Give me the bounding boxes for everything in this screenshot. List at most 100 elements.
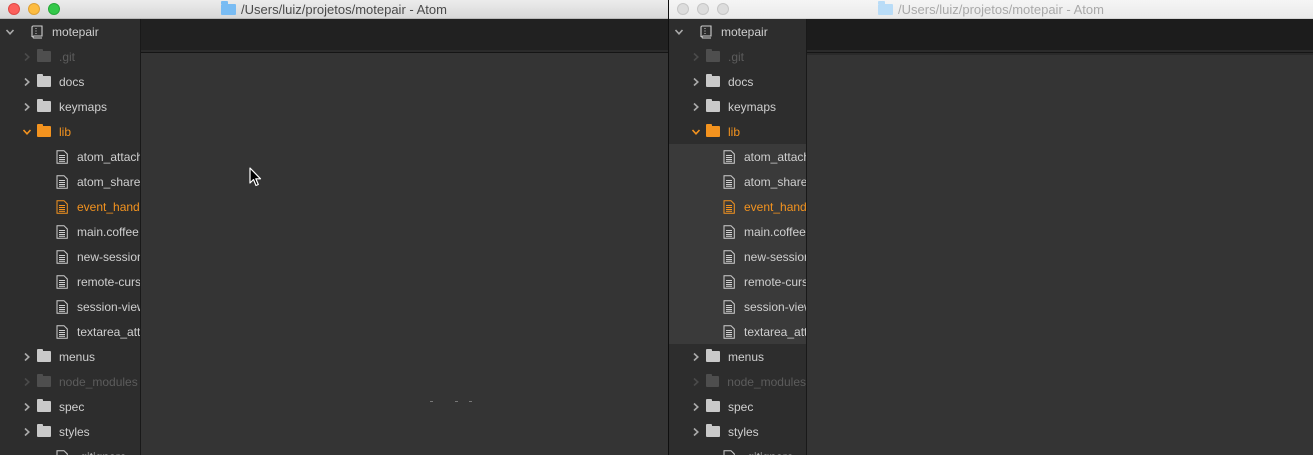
editor-pane[interactable] bbox=[807, 55, 1313, 455]
chevron-down-icon[interactable] bbox=[4, 26, 16, 38]
chevron-right-icon[interactable] bbox=[690, 101, 702, 113]
tree-item-label: spec bbox=[59, 399, 85, 414]
folder-icon bbox=[37, 424, 51, 437]
chevron-right-icon[interactable] bbox=[690, 76, 702, 88]
tree-file-remote-cursor-view-coffee[interactable]: remote-cursor-view.coffee bbox=[669, 269, 806, 294]
tree-folder-styles[interactable]: styles bbox=[0, 419, 140, 444]
tree-file-event-handler-coffee[interactable]: event_handler.coffee bbox=[669, 194, 806, 219]
tree-file-atom-attach-view-coffee[interactable]: atom_attach_view.coffee bbox=[669, 144, 806, 169]
chevron-down-icon[interactable] bbox=[21, 126, 33, 138]
tree-item-label: menus bbox=[59, 349, 96, 364]
tree-item-label: styles bbox=[728, 424, 759, 439]
tree-view[interactable]: motepair .gitdocskeymaps lib atom_attach_vi… bbox=[669, 19, 807, 455]
tree-item-label: new-session-view.coffee bbox=[744, 249, 807, 264]
tree-file-event-handler-coffee[interactable]: event_handler.coffee bbox=[0, 194, 140, 219]
chevron-down-icon[interactable] bbox=[673, 26, 685, 38]
tree-file-new-session-view-coffee[interactable]: new-session-view.coffee bbox=[669, 244, 806, 269]
folder-icon bbox=[878, 0, 894, 15]
tree-root-motepair[interactable]: motepair bbox=[669, 19, 806, 44]
tree-file-atom-share-view-coffee[interactable]: atom_share_view.coffee bbox=[0, 169, 140, 194]
chevron-right-icon[interactable] bbox=[690, 351, 702, 363]
chevron-right-icon[interactable] bbox=[690, 426, 702, 438]
tree-item-label: event_handler.coffee bbox=[744, 199, 807, 214]
tree-folder-styles[interactable]: styles bbox=[669, 419, 806, 444]
chevron-down-icon[interactable] bbox=[690, 126, 702, 138]
chevron-right-icon[interactable] bbox=[21, 101, 33, 113]
folder-icon bbox=[37, 49, 51, 62]
tree-folder-git[interactable]: .git bbox=[0, 44, 140, 69]
tree-file-main-coffee[interactable]: main.coffee bbox=[0, 219, 140, 244]
folder-icon bbox=[221, 0, 237, 15]
editor-area[interactable] bbox=[141, 19, 668, 455]
tree-folder-docs[interactable]: docs bbox=[0, 69, 140, 94]
chevron-right-icon[interactable] bbox=[21, 351, 33, 363]
tree-folder-spec[interactable]: spec bbox=[669, 394, 806, 419]
window-title: /Users/luiz/projetos/motepair - Atom bbox=[241, 1, 447, 17]
tree-folder-lib[interactable]: lib bbox=[0, 119, 140, 144]
file-text-icon bbox=[723, 274, 735, 289]
folder-icon bbox=[706, 49, 720, 62]
chevron-right-icon[interactable] bbox=[690, 376, 702, 388]
title-bar[interactable]: /Users/luiz/projetos/motepair - Atom bbox=[0, 0, 668, 19]
folder-icon bbox=[37, 349, 51, 362]
tree-root-label: motepair bbox=[721, 24, 768, 39]
chevron-right-icon[interactable] bbox=[21, 376, 33, 388]
tree-file-textarea-attach-coffee[interactable]: textarea_attach.coffee bbox=[0, 319, 140, 344]
tree-folder-git[interactable]: .git bbox=[669, 44, 806, 69]
chevron-right-icon[interactable] bbox=[21, 401, 33, 413]
tree-file-remote-cursor-view-coffee[interactable]: remote-cursor-view.coffee bbox=[0, 269, 140, 294]
tree-item-label: spec bbox=[728, 399, 754, 414]
tree-folder-node-modules[interactable]: node_modules bbox=[0, 369, 140, 394]
tab-bar[interactable] bbox=[141, 19, 668, 53]
tree-root-motepair[interactable]: motepair bbox=[0, 19, 140, 44]
tree-folder-keymaps[interactable]: keymaps bbox=[0, 94, 140, 119]
file-text-icon bbox=[56, 249, 68, 264]
tree-item-label: lib bbox=[728, 124, 741, 139]
tree-view[interactable]: motepair .git docskeymapslib atom_attach_vi… bbox=[0, 19, 141, 455]
window-title: /Users/luiz/projetos/motepair - Atom bbox=[898, 1, 1104, 17]
file-text-icon bbox=[723, 299, 735, 314]
folder-icon bbox=[706, 99, 720, 112]
tree-file-textarea-attach-coffee[interactable]: textarea_attach.coffee bbox=[669, 319, 806, 344]
file-text-icon bbox=[723, 249, 735, 264]
atom-window-right: /Users/luiz/projetos/motepair - Atom mot… bbox=[669, 0, 1313, 455]
tree-file-gitignore[interactable]: .gitignore bbox=[669, 444, 806, 455]
tree-folder-spec[interactable]: spec bbox=[0, 394, 140, 419]
tree-folder-lib[interactable]: lib bbox=[669, 119, 806, 144]
editor-pane[interactable] bbox=[141, 55, 668, 455]
chevron-right-icon[interactable] bbox=[21, 76, 33, 88]
file-text-icon bbox=[56, 274, 68, 289]
chevron-right-icon[interactable] bbox=[21, 426, 33, 438]
file-text-icon bbox=[723, 149, 735, 164]
atom-window-left: /Users/luiz/projetos/motepair - Atom mot… bbox=[0, 0, 668, 455]
mouse-pointer-icon bbox=[249, 167, 262, 187]
tree-file-atom-attach-view-coffee[interactable]: atom_attach_view.coffee bbox=[0, 144, 140, 169]
tree-folder-keymaps[interactable]: keymaps bbox=[669, 94, 806, 119]
tree-item-label: menus bbox=[728, 349, 765, 364]
title-bar[interactable]: /Users/luiz/projetos/motepair - Atom bbox=[669, 0, 1313, 19]
chevron-right-icon[interactable] bbox=[690, 401, 702, 413]
chevron-right-icon[interactable] bbox=[690, 51, 702, 63]
file-text-icon bbox=[723, 224, 735, 239]
tree-item-label: session-view.coffee bbox=[77, 299, 140, 314]
tree-item-label: .git bbox=[59, 49, 76, 64]
file-text-icon bbox=[56, 224, 68, 239]
tree-file-session-view-coffee[interactable]: session-view.coffee bbox=[0, 294, 140, 319]
file-text-icon bbox=[723, 174, 735, 189]
tree-folder-menus[interactable]: menus bbox=[0, 344, 140, 369]
tree-folder-node-modules[interactable]: node_modules bbox=[669, 369, 806, 394]
tree-folder-docs[interactable]: docs bbox=[669, 69, 806, 94]
folder-icon bbox=[706, 424, 720, 437]
tree-folder-menus[interactable]: menus bbox=[669, 344, 806, 369]
tree-file-new-session-view-coffee[interactable]: new-session-view.coffee bbox=[0, 244, 140, 269]
tree-item-label: .gitignore bbox=[77, 450, 126, 455]
folder-icon bbox=[705, 374, 720, 387]
chevron-right-icon[interactable] bbox=[21, 51, 33, 63]
editor-area[interactable] bbox=[807, 19, 1313, 455]
tree-file-gitignore[interactable]: .gitignore bbox=[0, 444, 140, 455]
tree-item-label: atom_attach_view.coffee bbox=[77, 149, 141, 164]
tree-file-session-view-coffee[interactable]: session-view.coffee bbox=[669, 294, 806, 319]
tab-bar[interactable] bbox=[807, 19, 1313, 53]
tree-file-main-coffee[interactable]: main.coffee bbox=[669, 219, 806, 244]
tree-file-atom-share-view-coffee[interactable]: atom_share_view.coffee bbox=[669, 169, 806, 194]
